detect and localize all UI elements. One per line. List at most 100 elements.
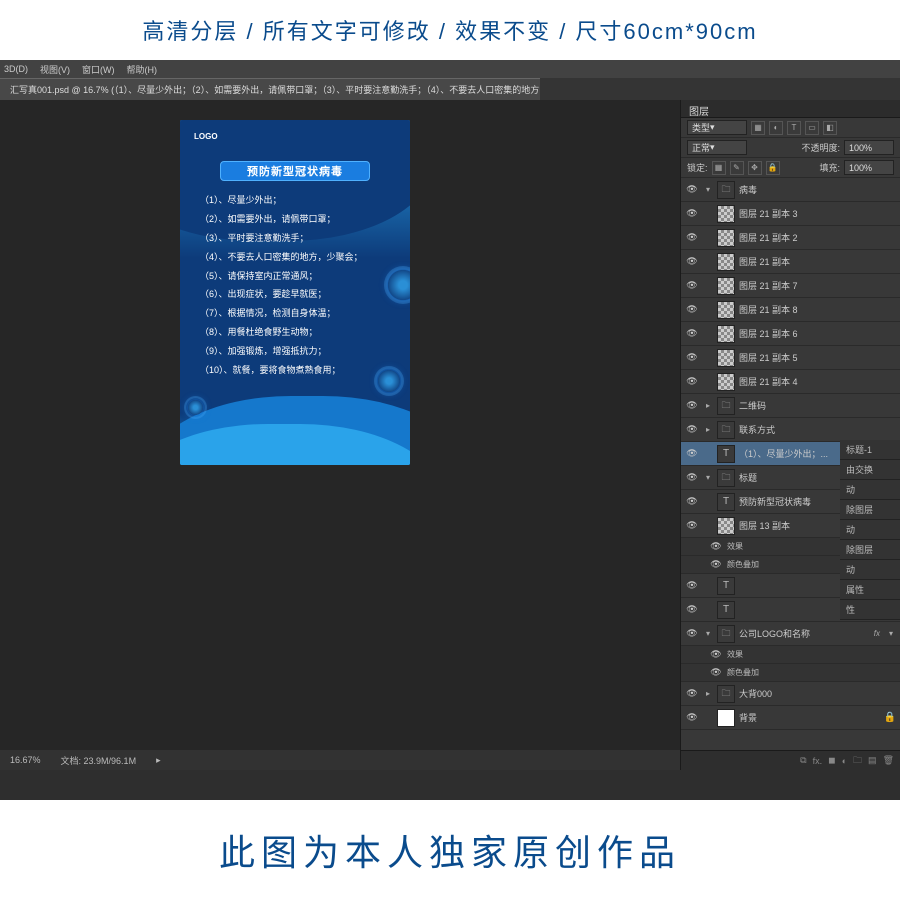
layer-background[interactable]: 👁背景🔒 xyxy=(681,706,900,730)
layer-group[interactable]: 👁▸🗀联系方式 xyxy=(681,418,900,442)
layer-item[interactable]: 👁图层 21 副本 6 xyxy=(681,322,900,346)
layer-item[interactable]: 👁图层 21 副本 5 xyxy=(681,346,900,370)
visibility-icon[interactable]: 👁 xyxy=(685,495,699,509)
visibility-icon[interactable]: 👁 xyxy=(685,471,699,485)
filter-row: 类型 ▾ ▦ ◐ T ▭ ◧ xyxy=(681,118,900,138)
menu-3d[interactable]: 3D(D) xyxy=(4,64,28,74)
poster-title: 预防新型冠状病毒 xyxy=(220,161,370,181)
adjustment-icon[interactable]: ◐ xyxy=(842,756,847,766)
visibility-icon[interactable]: 👁 xyxy=(685,351,699,365)
visibility-icon[interactable]: 👁 xyxy=(685,375,699,389)
side-tab[interactable]: 由交换 xyxy=(840,460,900,480)
visibility-icon[interactable]: 👁 xyxy=(685,279,699,293)
visibility-icon[interactable]: 👁 xyxy=(685,231,699,245)
opacity-input[interactable]: 100% xyxy=(844,140,894,155)
poster-list: （1）、尽量少外出； （2）、如需要外出，请佩带口罩； （3）、平时要注意勤洗手… xyxy=(194,191,396,380)
visibility-icon[interactable]: 👁 xyxy=(709,558,723,572)
visibility-icon[interactable]: 👁 xyxy=(685,447,699,461)
menubar: 3D(D) 视图(V) 窗口(W) 帮助(H) xyxy=(0,60,900,78)
document-tab[interactable]: 汇写真001.psd @ 16.7% (（1）、尽量少外出；（2）、如需要外出，… xyxy=(0,78,540,100)
folder-icon: 🗀 xyxy=(717,685,735,703)
filter-adjust-icon[interactable]: ◐ xyxy=(769,121,783,135)
visibility-icon[interactable]: 👁 xyxy=(685,423,699,437)
list-item: （8）、用餐杜绝食野生动物； xyxy=(200,323,396,342)
lock-transparent-icon[interactable]: ▦ xyxy=(712,161,726,175)
list-item: （2）、如需要外出，请佩带口罩； xyxy=(200,210,396,229)
list-item: （7）、根据情况，检测自身体温； xyxy=(200,304,396,323)
layer-group[interactable]: 👁▾🗀公司LOGO和名称fx▾ xyxy=(681,622,900,646)
side-tab[interactable]: 动 xyxy=(840,560,900,580)
lock-row: 锁定: ▦ ✎ ✥ 🔒 填充: 100% xyxy=(681,158,900,178)
blend-mode-select[interactable]: 正常 ▾ xyxy=(687,140,747,155)
side-tab[interactable]: 属性 xyxy=(840,580,900,600)
layers-panel: 图层 类型 ▾ ▦ ◐ T ▭ ◧ 正常 ▾ 不透明度: 100% 锁定: ▦ … xyxy=(680,100,900,770)
visibility-icon[interactable]: 👁 xyxy=(685,519,699,533)
new-layer-icon[interactable]: ▤ xyxy=(868,755,877,766)
chevron-right-icon[interactable]: ▸ xyxy=(156,755,161,766)
lock-all-icon[interactable]: 🔒 xyxy=(766,161,780,175)
visibility-icon[interactable]: 👁 xyxy=(685,603,699,617)
visibility-icon[interactable]: 👁 xyxy=(685,207,699,221)
layer-item[interactable]: 👁图层 21 副本 3 xyxy=(681,202,900,226)
text-layer-icon: T xyxy=(717,601,735,619)
layer-group[interactable]: 👁▾🗀病毒 xyxy=(681,178,900,202)
layer-effect[interactable]: 👁效果 xyxy=(681,646,900,664)
side-tab[interactable]: 动 xyxy=(840,520,900,540)
lock-pixel-icon[interactable]: ✎ xyxy=(730,161,744,175)
visibility-icon[interactable]: 👁 xyxy=(709,666,723,680)
statusbar: 16.67% 文档: 23.9M/96.1M ▸ xyxy=(0,750,680,770)
side-tab[interactable]: 性 xyxy=(840,600,900,620)
visibility-icon[interactable]: 👁 xyxy=(685,303,699,317)
list-item: （5）、请保持室内正常通风； xyxy=(200,267,396,286)
fx-badge[interactable]: fx xyxy=(874,629,880,638)
link-icon[interactable]: ⧉ xyxy=(800,755,806,766)
visibility-icon[interactable]: 👁 xyxy=(685,687,699,701)
menu-help[interactable]: 帮助(H) xyxy=(127,63,158,76)
layer-item[interactable]: 👁图层 21 副本 4 xyxy=(681,370,900,394)
layer-item[interactable]: 👁图层 21 副本 2 xyxy=(681,226,900,250)
filter-shape-icon[interactable]: ▭ xyxy=(805,121,819,135)
layer-item[interactable]: 👁图层 21 副本 8 xyxy=(681,298,900,322)
filter-pixel-icon[interactable]: ▦ xyxy=(751,121,765,135)
side-tab[interactable]: 除图层 xyxy=(840,540,900,560)
side-history-tabs: 标题-1 由交换 动 除图层 动 除图层 动 属性 性 xyxy=(840,440,900,620)
folder-icon: 🗀 xyxy=(717,421,735,439)
fill-input[interactable]: 100% xyxy=(844,160,894,175)
bottom-banner-text: 此图为本人独家原创作品 xyxy=(0,800,900,900)
visibility-icon[interactable]: 👁 xyxy=(685,627,699,641)
visibility-icon[interactable]: 👁 xyxy=(685,579,699,593)
filter-kind-select[interactable]: 类型 ▾ xyxy=(687,120,747,135)
visibility-icon[interactable]: 👁 xyxy=(685,399,699,413)
visibility-icon[interactable]: 👁 xyxy=(685,183,699,197)
visibility-icon[interactable]: 👁 xyxy=(685,255,699,269)
menu-view[interactable]: 视图(V) xyxy=(40,63,70,76)
layer-item[interactable]: 👁图层 21 副本 xyxy=(681,250,900,274)
visibility-icon[interactable]: 👁 xyxy=(685,711,699,725)
filter-smart-icon[interactable]: ◧ xyxy=(823,121,837,135)
canvas-area[interactable]: LOGO 预防新型冠状病毒 （1）、尽量少外出； （2）、如需要外出，请佩带口罩… xyxy=(0,100,680,770)
document-tabbar: 汇写真001.psd @ 16.7% (（1）、尽量少外出；（2）、如需要外出，… xyxy=(0,78,900,100)
layer-effect-item[interactable]: 👁颜色叠加 xyxy=(681,664,900,682)
visibility-icon[interactable]: 👁 xyxy=(709,540,723,554)
mask-icon[interactable]: ◼ xyxy=(828,755,835,766)
side-tab[interactable]: 除图层 xyxy=(840,500,900,520)
lock-position-icon[interactable]: ✥ xyxy=(748,161,762,175)
zoom-level[interactable]: 16.67% xyxy=(10,755,41,765)
panel-tab-layers[interactable]: 图层 xyxy=(681,100,900,118)
filter-text-icon[interactable]: T xyxy=(787,121,801,135)
list-item: （9）、加强锻炼，增强抵抗力； xyxy=(200,342,396,361)
layer-group[interactable]: 👁▸🗀二维码 xyxy=(681,394,900,418)
fx-icon[interactable]: fx. xyxy=(813,756,823,766)
opacity-label: 不透明度: xyxy=(801,141,840,154)
folder-icon: 🗀 xyxy=(717,469,735,487)
group-icon[interactable]: 🗀 xyxy=(853,753,862,769)
side-tab[interactable]: 标题-1 xyxy=(840,440,900,460)
layer-item[interactable]: 👁图层 21 副本 7 xyxy=(681,274,900,298)
visibility-icon[interactable]: 👁 xyxy=(709,648,723,662)
visibility-icon[interactable]: 👁 xyxy=(685,327,699,341)
layer-group[interactable]: 👁▸🗀大背000 xyxy=(681,682,900,706)
trash-icon[interactable]: 🗑 xyxy=(883,755,894,766)
side-tab[interactable]: 动 xyxy=(840,480,900,500)
menu-window[interactable]: 窗口(W) xyxy=(82,63,115,76)
list-item: （1）、尽量少外出； xyxy=(200,191,396,210)
